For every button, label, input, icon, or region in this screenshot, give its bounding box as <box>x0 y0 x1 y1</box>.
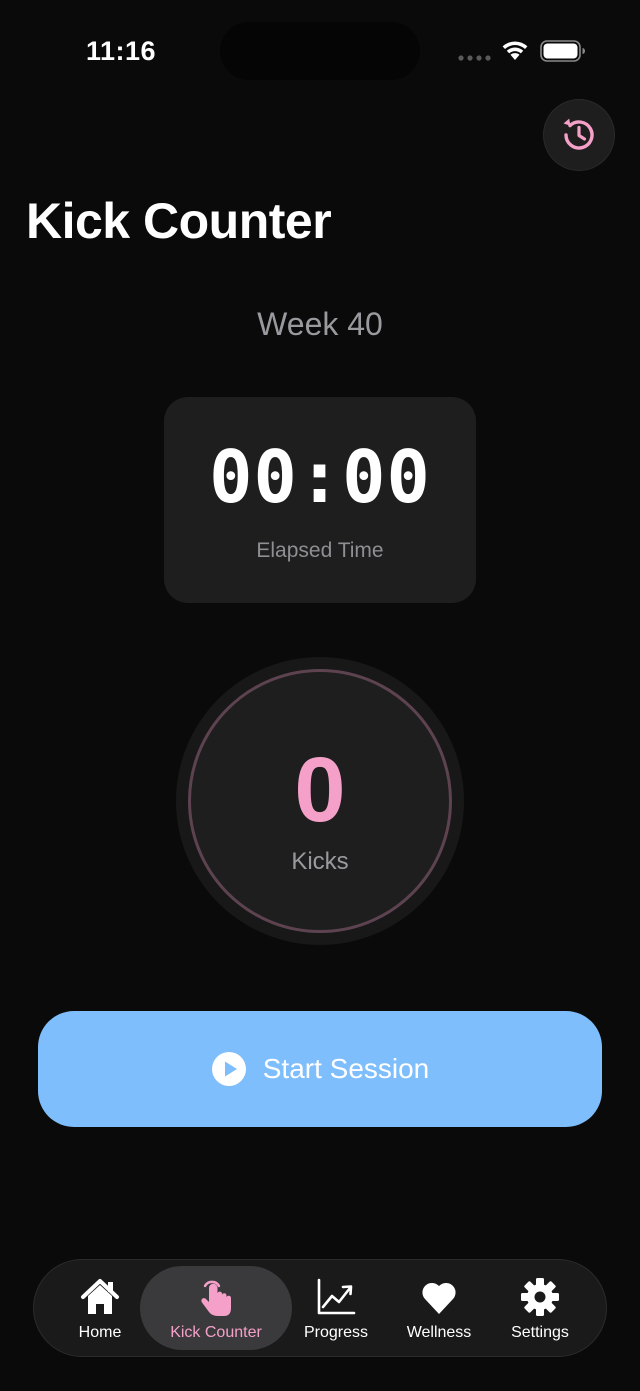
status-time: 11:16 <box>86 36 157 66</box>
tab-wellness-label: Wellness <box>406 1324 472 1341</box>
play-circle-icon <box>211 1052 246 1086</box>
heart-icon <box>422 1282 456 1314</box>
gear-icon <box>521 1278 559 1316</box>
tab-bar: Home Kick Counter Progress Wellness Sett… <box>34 1260 606 1356</box>
start-session-button[interactable]: Start Session <box>38 1011 602 1127</box>
kick-tap-button[interactable]: 0 Kicks <box>188 669 452 933</box>
cellular-signal-icon <box>458 55 491 61</box>
elapsed-time-value: 00:00 <box>209 435 431 519</box>
house-icon <box>81 1279 119 1314</box>
tab-settings-label: Settings <box>511 1324 569 1341</box>
tab-home-label: Home <box>78 1324 122 1341</box>
kick-counter-ring: 0 Kicks <box>176 657 464 945</box>
tab-settings[interactable]: Settings <box>502 1266 578 1350</box>
tab-kick-counter[interactable]: Kick Counter <box>140 1266 292 1350</box>
history-icon <box>563 118 594 150</box>
elapsed-time-label: Elapsed Time <box>256 539 384 562</box>
start-session-label: Start Session <box>262 1053 430 1084</box>
tab-progress-label: Progress <box>303 1324 369 1341</box>
tab-progress[interactable]: Progress <box>296 1266 376 1350</box>
history-button[interactable] <box>544 100 614 170</box>
battery-icon <box>540 40 585 62</box>
week-label: Week 40 <box>257 306 383 342</box>
tab-wellness[interactable]: Wellness <box>398 1266 480 1350</box>
timer-card: 00:00 Elapsed Time <box>164 397 476 603</box>
tab-kick-counter-label: Kick Counter <box>170 1324 262 1341</box>
tab-home[interactable]: Home <box>62 1266 138 1350</box>
kick-count-value: 0 <box>294 739 346 841</box>
page-title: Kick Counter <box>26 193 332 249</box>
dynamic-island <box>220 22 420 80</box>
hand-tap-icon <box>201 1280 231 1316</box>
kick-count-label: Kicks <box>291 848 349 875</box>
status-bar: 11:16 <box>0 0 640 100</box>
chart-line-icon <box>317 1278 356 1315</box>
wifi-icon <box>502 41 528 60</box>
